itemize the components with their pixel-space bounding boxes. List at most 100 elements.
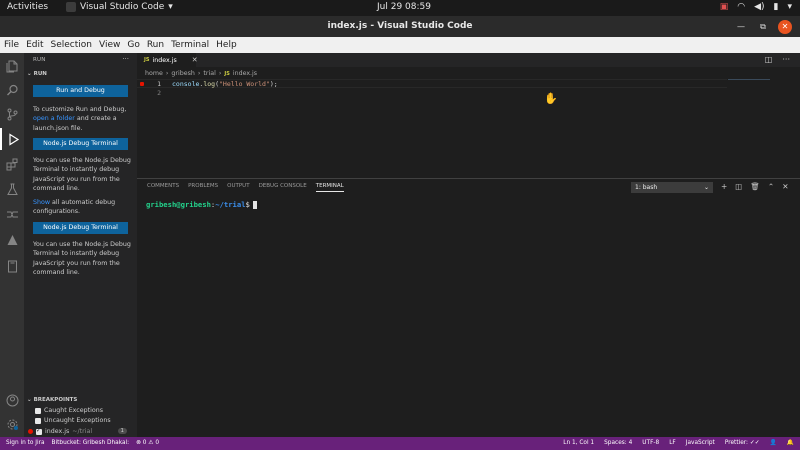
close-icon[interactable]: ✕ bbox=[192, 56, 198, 64]
line-number: 2 bbox=[157, 89, 161, 97]
chevron-right-icon: › bbox=[165, 70, 169, 77]
feedback-icon[interactable]: 👤 bbox=[770, 440, 777, 446]
breakpoint-row[interactable]: index.js ~/trial 1 bbox=[28, 427, 133, 435]
run-and-debug-button[interactable]: Run and Debug bbox=[33, 85, 128, 97]
problems-count[interactable]: ⊗ 0 ⚠ 0 bbox=[136, 440, 159, 446]
minimize-icon[interactable]: — bbox=[734, 20, 748, 34]
tab-index-js[interactable]: JS index.js ✕ bbox=[137, 53, 198, 67]
tab-problems[interactable]: PROBLEMS bbox=[188, 183, 218, 192]
node-debug-terminal-button[interactable]: Node.js Debug Terminal bbox=[33, 138, 128, 150]
activities-button[interactable]: Activities bbox=[7, 2, 48, 12]
terminal-select-value: 1: bash bbox=[635, 184, 658, 191]
search-icon[interactable] bbox=[0, 79, 24, 101]
terminal-user: gribesh@gribesh bbox=[146, 200, 211, 209]
chevron-up-icon[interactable]: ⌃ bbox=[768, 182, 774, 191]
tab-output[interactable]: OUTPUT bbox=[227, 183, 249, 192]
status-bar: Sign in to Jira Bitbucket: Gribesh Dhaka… bbox=[0, 437, 800, 450]
book-icon[interactable] bbox=[0, 255, 24, 277]
editor-tabs: JS index.js ✕ ◫ ··· bbox=[137, 53, 800, 67]
run-debug-icon[interactable] bbox=[0, 128, 24, 150]
breadcrumb-item[interactable]: gribesh bbox=[171, 70, 194, 77]
breakpoint-marker-icon[interactable] bbox=[140, 82, 144, 86]
line-ending[interactable]: LF bbox=[669, 440, 676, 446]
more-actions-icon[interactable]: ··· bbox=[122, 55, 129, 63]
breakpoint-label: Uncaught Exceptions bbox=[44, 417, 111, 424]
run-section-header[interactable]: ⌄ RUN bbox=[27, 71, 47, 77]
app-name: Visual Studio Code bbox=[80, 2, 165, 12]
breakpoint-row[interactable]: Caught Exceptions bbox=[35, 407, 103, 414]
breakpoint-label: Caught Exceptions bbox=[44, 407, 103, 414]
language-mode[interactable]: JavaScript bbox=[686, 440, 715, 446]
breakpoint-dot-icon bbox=[28, 429, 33, 434]
code-editor[interactable]: 1 console.log("Hello World"); 2 bbox=[137, 79, 727, 174]
extensions-icon[interactable] bbox=[0, 153, 24, 175]
settings-gear-icon[interactable] bbox=[0, 413, 24, 435]
indentation[interactable]: Spaces: 4 bbox=[604, 440, 632, 446]
test-flask-icon[interactable] bbox=[0, 178, 24, 200]
tab-comments[interactable]: COMMENTS bbox=[147, 183, 179, 192]
menu-terminal[interactable]: Terminal bbox=[171, 40, 209, 50]
jira-sign-in[interactable]: Sign in to Jira bbox=[6, 440, 45, 446]
menu-go[interactable]: Go bbox=[127, 40, 139, 50]
node-debug-terminal-button-2[interactable]: Node.js Debug Terminal bbox=[33, 222, 128, 234]
split-terminal-icon[interactable]: ◫ bbox=[735, 182, 742, 191]
run-sidebar: RUN ··· ⌄ RUN Run and Debug To customize… bbox=[24, 53, 137, 437]
tab-debug-console[interactable]: DEBUG CONSOLE bbox=[259, 183, 307, 192]
tab-terminal[interactable]: TERMINAL bbox=[315, 183, 344, 192]
code-line[interactable]: 2 bbox=[137, 89, 727, 98]
split-editor-icon[interactable]: ◫ bbox=[765, 55, 773, 64]
minimap[interactable] bbox=[728, 79, 800, 174]
terminal-content[interactable]: gribesh@gribesh: ~/trial $ bbox=[146, 200, 257, 209]
prettier-status[interactable]: Prettier: ✓✓ bbox=[725, 440, 760, 446]
code-token: ); bbox=[269, 80, 278, 88]
app-menu[interactable]: Visual Studio Code ▾ bbox=[66, 2, 173, 12]
menu-run[interactable]: Run bbox=[147, 40, 164, 50]
menu-selection[interactable]: Selection bbox=[51, 40, 92, 50]
breadcrumb-item[interactable]: trial bbox=[203, 70, 215, 77]
breadcrumb-item[interactable]: home bbox=[145, 70, 163, 77]
hand-cursor-icon: ✋ bbox=[544, 92, 558, 105]
breakpoint-row[interactable]: Uncaught Exceptions bbox=[35, 417, 111, 424]
checkbox[interactable] bbox=[36, 427, 42, 435]
breadcrumb-item[interactable]: index.js bbox=[233, 70, 257, 77]
run-section-label: RUN bbox=[33, 71, 47, 77]
open-folder-link[interactable]: open a folder bbox=[33, 115, 75, 122]
explorer-icon[interactable] bbox=[0, 55, 24, 77]
breakpoints-header[interactable]: ⌄ BREAKPOINTS bbox=[27, 397, 77, 403]
trash-icon[interactable]: 🗑 bbox=[750, 182, 760, 191]
show-link[interactable]: Show bbox=[33, 199, 50, 206]
bottom-panel: COMMENTS PROBLEMS OUTPUT DEBUG CONSOLE T… bbox=[137, 178, 800, 437]
bitbucket-status[interactable]: Bitbucket: Gribesh Dhakal: bbox=[52, 440, 130, 446]
menu-view[interactable]: View bbox=[99, 40, 120, 50]
new-terminal-icon[interactable]: + bbox=[721, 182, 727, 191]
customize-text-pre: To customize Run and Debug, bbox=[33, 106, 127, 113]
javascript-file-icon: JS bbox=[144, 57, 150, 63]
code-line[interactable]: 1 console.log("Hello World"); bbox=[137, 79, 727, 88]
chevron-down-icon: ⌄ bbox=[27, 71, 32, 77]
cursor-position[interactable]: Ln 1, Col 1 bbox=[563, 440, 594, 446]
checkbox[interactable] bbox=[35, 407, 41, 414]
code-token: log bbox=[203, 80, 216, 88]
chevron-down-icon: ▾ bbox=[787, 2, 792, 12]
terminal-prompt: $ bbox=[245, 200, 250, 209]
menu-file[interactable]: File bbox=[4, 40, 19, 50]
clock[interactable]: Jul 29 08:59 bbox=[377, 2, 431, 12]
terminal-select[interactable]: 1: bash ⌄ bbox=[631, 182, 713, 193]
close-icon[interactable]: ✕ bbox=[778, 20, 792, 34]
line-number: 1 bbox=[157, 80, 161, 88]
menu-help[interactable]: Help bbox=[216, 40, 237, 50]
account-icon[interactable] bbox=[0, 389, 24, 411]
menu-edit[interactable]: Edit bbox=[26, 40, 43, 50]
remote-explorer-icon[interactable] bbox=[0, 203, 24, 225]
tab-label: index.js bbox=[152, 56, 177, 64]
restore-icon[interactable]: ⧉ bbox=[756, 20, 770, 34]
close-icon[interactable]: ✕ bbox=[782, 182, 788, 191]
source-control-icon[interactable] bbox=[0, 103, 24, 125]
wifi-icon: ◠ bbox=[737, 2, 746, 12]
system-tray[interactable]: ▣ ◠ ◀) ▮ ▾ bbox=[720, 2, 792, 12]
checkbox[interactable] bbox=[35, 417, 41, 424]
notifications-bell-icon[interactable]: 🔔 bbox=[787, 440, 794, 446]
atlassian-icon[interactable] bbox=[0, 229, 24, 251]
more-actions-icon[interactable]: ··· bbox=[782, 55, 790, 64]
encoding[interactable]: UTF-8 bbox=[642, 440, 659, 446]
